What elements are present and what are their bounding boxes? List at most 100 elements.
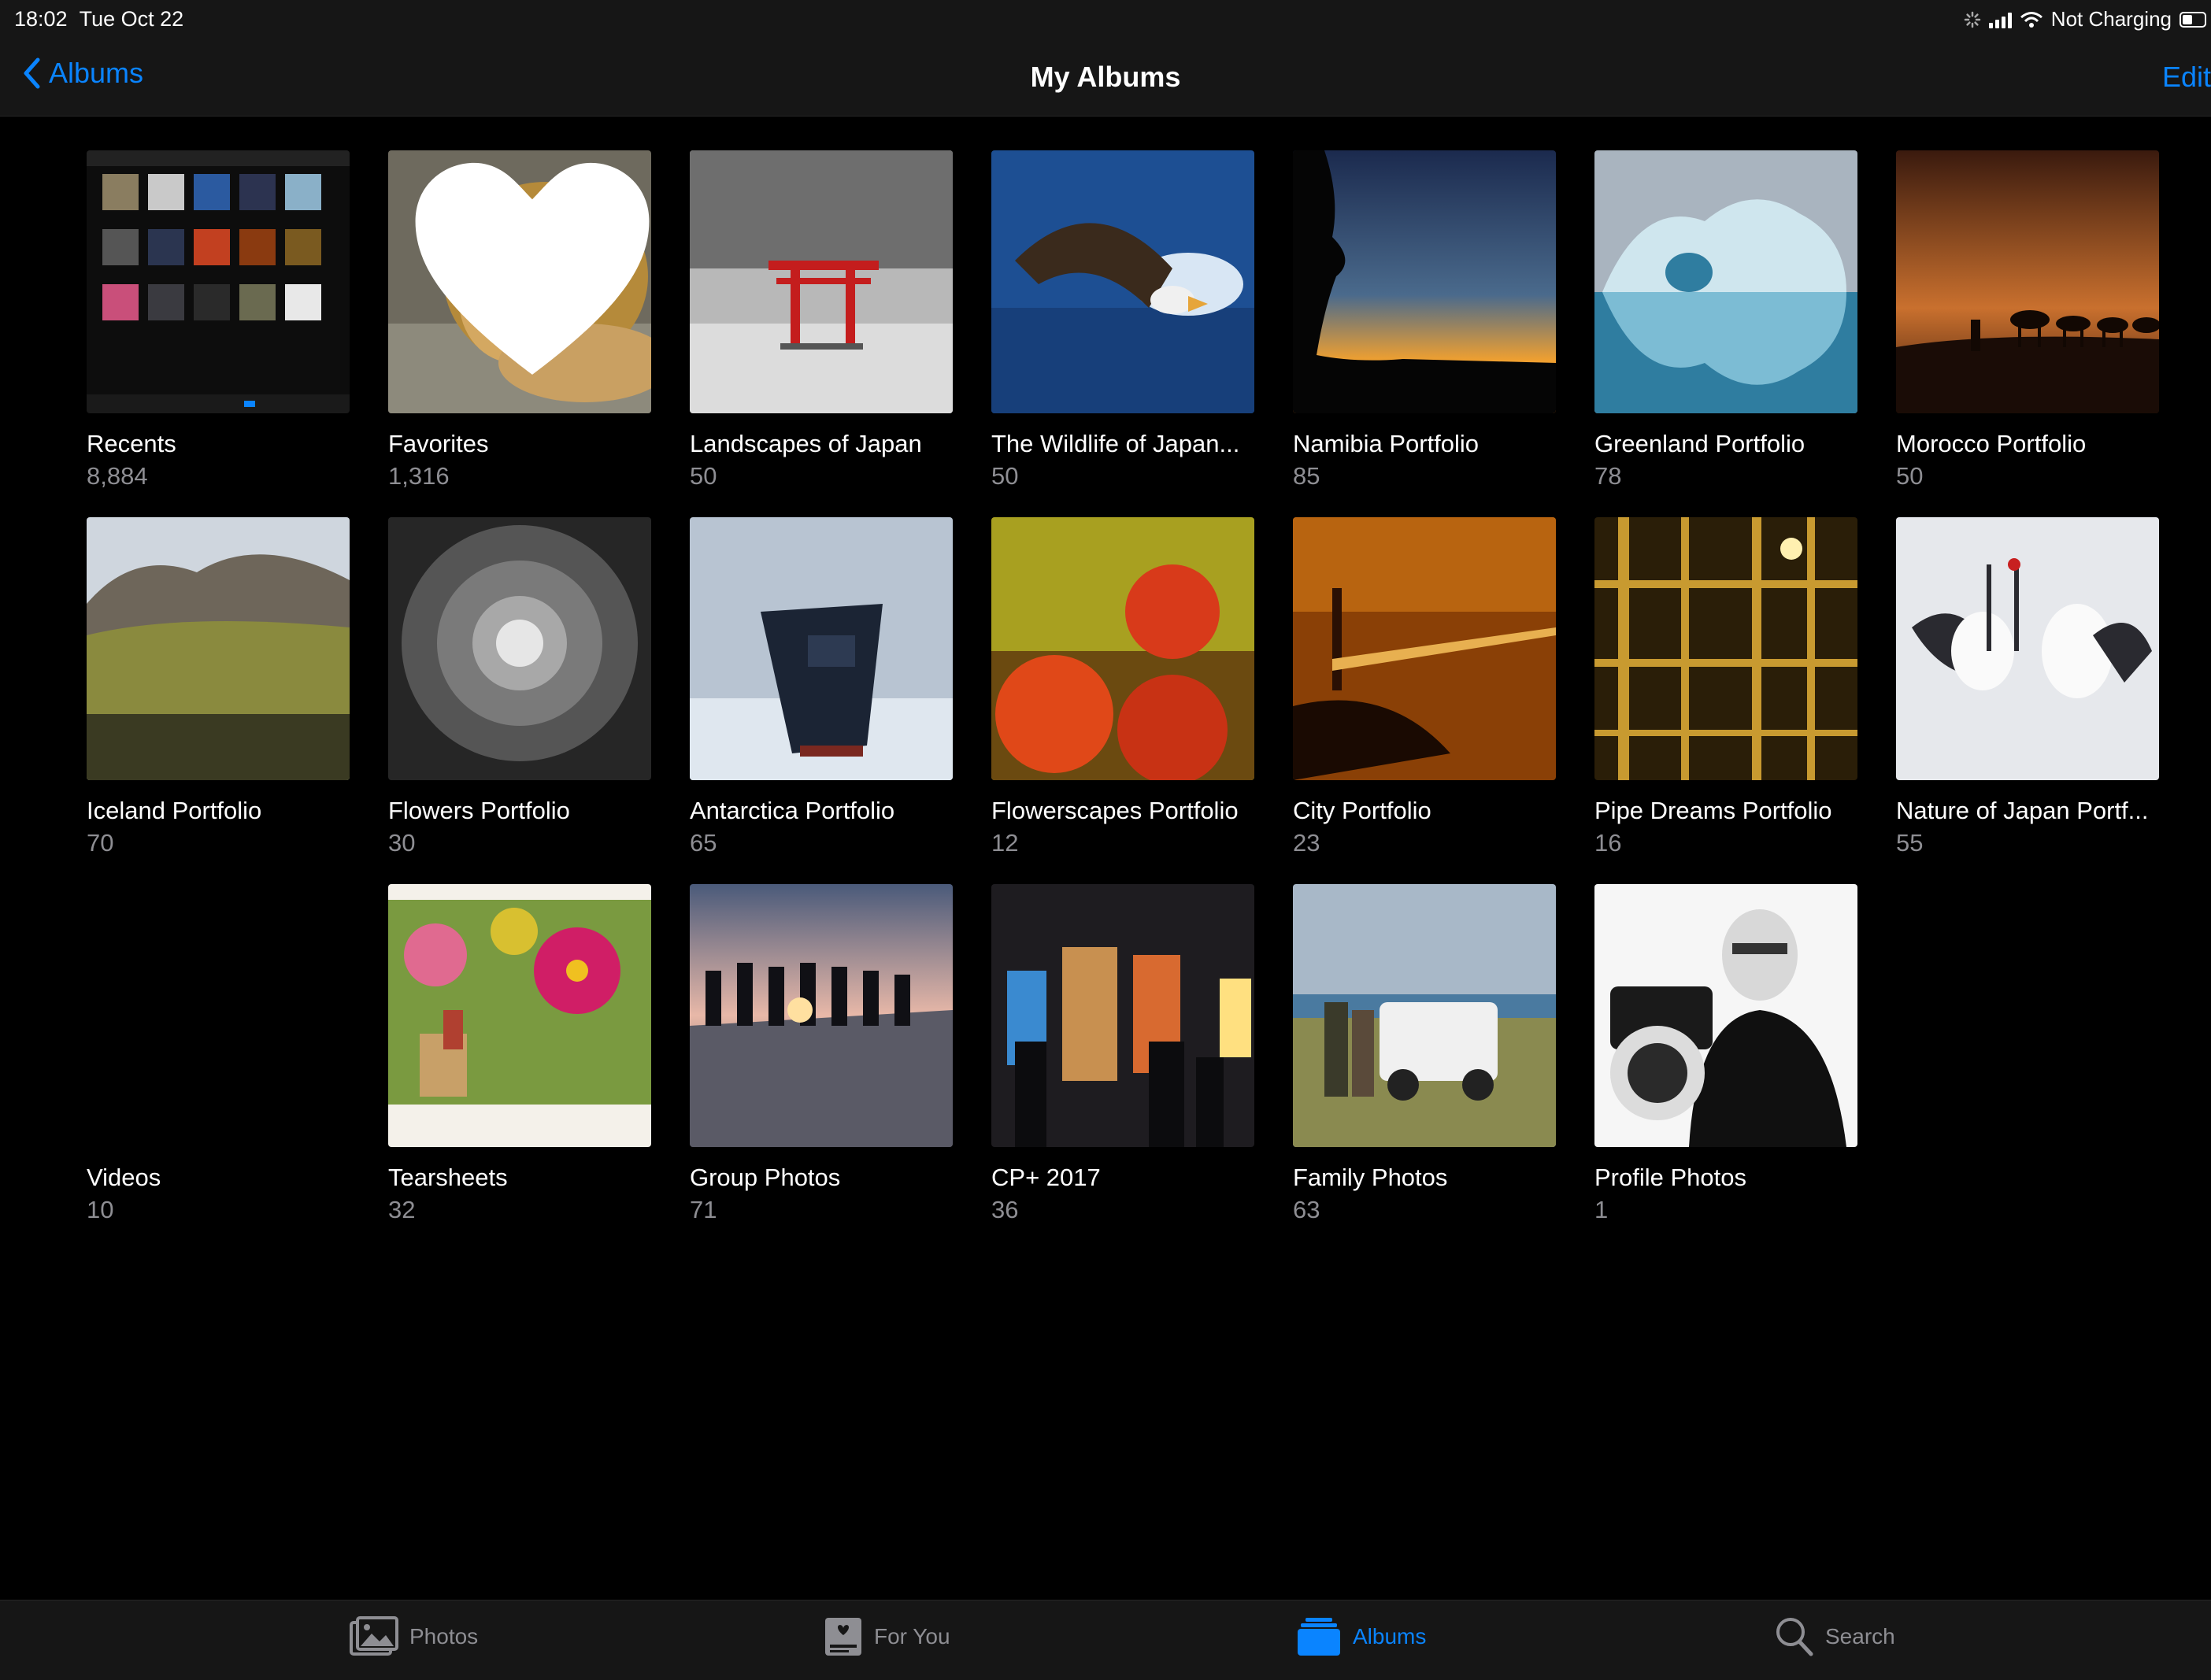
- tab-label: For You: [874, 1624, 950, 1649]
- album-wildlife-of-japan[interactable]: The Wildlife of Japan... 50: [991, 150, 1254, 490]
- status-indicators: Not Charging: [1964, 7, 2206, 31]
- album-count: 65: [690, 829, 717, 857]
- status-date: Tue Oct 22: [79, 7, 184, 31]
- album-count: 30: [388, 829, 416, 857]
- page-title: My Albums: [1030, 61, 1181, 93]
- album-title: Favorites: [388, 430, 489, 457]
- album-family-photos[interactable]: Family Photos 63: [1293, 884, 1556, 1223]
- tab-label: Search: [1825, 1624, 1895, 1649]
- tab-search[interactable]: Search: [1775, 1616, 1895, 1657]
- album-count: 71: [690, 1196, 717, 1223]
- battery-icon: [2180, 11, 2206, 28]
- tab-bar: Photos For You Albums Search: [0, 1600, 2211, 1680]
- album-thumbnail[interactable]: [1293, 884, 1556, 1147]
- album-tearsheets[interactable]: Tearsheets 32: [388, 884, 651, 1223]
- album-title: Morocco Portfolio: [1896, 430, 2087, 457]
- album-title: CP+ 2017: [991, 1164, 1101, 1191]
- album-title: Namibia Portfolio: [1293, 430, 1480, 457]
- album-thumbnail[interactable]: [1896, 517, 2159, 780]
- album-title: Pipe Dreams Portfolio: [1594, 797, 1832, 824]
- battery-status-text: Not Charging: [2050, 7, 2172, 31]
- album-thumbnail[interactable]: [1594, 517, 1857, 780]
- album-nature-of-japan-portfolio[interactable]: Nature of Japan Portf... 55: [1896, 517, 2159, 857]
- album-title: Recents: [87, 430, 176, 457]
- album-title: Landscapes of Japan: [690, 430, 922, 457]
- album-title: Flowerscapes Portfolio: [991, 797, 1239, 824]
- album-morocco-portfolio[interactable]: Morocco Portfolio 50: [1896, 150, 2159, 490]
- album-videos[interactable]: Videos 10: [87, 884, 350, 1223]
- edit-button[interactable]: Edit: [2162, 61, 2211, 94]
- album-count: 55: [1896, 829, 1924, 857]
- album-profile-photos[interactable]: Profile Photos 1: [1594, 884, 1857, 1223]
- signal-icon: [1988, 11, 2012, 28]
- album-flowerscapes-portfolio[interactable]: Flowerscapes Portfolio 12: [991, 517, 1254, 857]
- album-namibia-portfolio[interactable]: Namibia Portfolio 85: [1293, 150, 1556, 490]
- album-thumbnail[interactable]: [388, 150, 651, 413]
- album-count: 50: [1896, 462, 1924, 490]
- for-you-icon: [825, 1618, 861, 1656]
- tab-label: Albums: [1353, 1624, 1427, 1649]
- album-thumbnail[interactable]: [690, 884, 953, 1147]
- album-title: Nature of Japan Portf...: [1896, 797, 2149, 824]
- search-icon: [1776, 1618, 1813, 1656]
- album-title: Antarctica Portfolio: [690, 797, 895, 824]
- photos-icon: [350, 1616, 398, 1656]
- album-thumbnail[interactable]: [1293, 150, 1556, 413]
- album-title: Tearsheets: [388, 1164, 508, 1191]
- album-thumbnail[interactable]: [690, 150, 953, 413]
- album-thumbnail[interactable]: [1293, 517, 1556, 780]
- album-thumbnail[interactable]: [1896, 150, 2159, 413]
- album-thumbnail[interactable]: [87, 517, 350, 780]
- activity-icon: [1964, 11, 1981, 28]
- album-title: Iceland Portfolio: [87, 797, 262, 824]
- album-count: 32: [388, 1196, 416, 1223]
- album-count: 12: [991, 829, 1019, 857]
- album-thumbnail[interactable]: [87, 884, 350, 1147]
- album-landscapes-of-japan[interactable]: Landscapes of Japan 50: [690, 150, 953, 490]
- status-time: 18:02 Tue Oct 22: [14, 7, 184, 31]
- album-thumbnail[interactable]: [87, 150, 350, 413]
- album-count: 50: [991, 462, 1019, 490]
- album-count: 36: [991, 1196, 1019, 1223]
- album-count: 1: [1594, 1196, 1609, 1223]
- tab-photos[interactable]: Photos: [350, 1616, 478, 1657]
- tab-for-you[interactable]: For You: [824, 1616, 950, 1657]
- album-count: 85: [1293, 462, 1320, 490]
- album-count: 63: [1293, 1196, 1320, 1223]
- album-title: City Portfolio: [1293, 797, 1431, 824]
- album-thumbnail[interactable]: [991, 150, 1254, 413]
- album-count: 8,884: [87, 462, 148, 490]
- album-thumbnail[interactable]: [991, 884, 1254, 1147]
- album-thumbnail[interactable]: [388, 884, 651, 1147]
- album-title: Profile Photos: [1594, 1164, 1746, 1191]
- album-count: 23: [1293, 829, 1320, 857]
- tab-label: Photos: [409, 1624, 479, 1649]
- album-thumbnail[interactable]: [690, 517, 953, 780]
- album-title: Videos: [87, 1164, 161, 1191]
- album-thumbnail[interactable]: [1594, 150, 1857, 413]
- status-bar: 18:02 Tue Oct 22 Not Charging: [0, 0, 2211, 39]
- album-thumbnail[interactable]: [1594, 884, 1857, 1147]
- album-count: 50: [690, 462, 717, 490]
- album-flowers-portfolio[interactable]: Flowers Portfolio 30: [388, 517, 651, 857]
- album-title: Flowers Portfolio: [388, 797, 570, 824]
- album-title: Family Photos: [1293, 1164, 1448, 1191]
- album-group-photos[interactable]: Group Photos 71: [690, 884, 953, 1223]
- album-thumbnail[interactable]: [991, 517, 1254, 780]
- album-greenland-portfolio[interactable]: Greenland Portfolio 78: [1594, 150, 1857, 490]
- album-thumbnail[interactable]: [388, 517, 651, 780]
- album-iceland-portfolio[interactable]: Iceland Portfolio 70: [87, 517, 350, 857]
- albums-icon: [1298, 1618, 1340, 1656]
- album-cp-2017[interactable]: CP+ 2017 36: [991, 884, 1254, 1223]
- album-count: 16: [1594, 829, 1622, 857]
- heart-icon: [415, 162, 650, 375]
- album-pipe-dreams-portfolio[interactable]: Pipe Dreams Portfolio 16: [1594, 517, 1857, 857]
- album-title: Greenland Portfolio: [1594, 430, 1805, 457]
- album-antarctica-portfolio[interactable]: Antarctica Portfolio 65: [690, 517, 953, 857]
- album-favorites[interactable]: Favorites 1,316: [388, 150, 651, 490]
- album-city-portfolio[interactable]: City Portfolio 23: [1293, 517, 1556, 857]
- album-count: 1,316: [388, 462, 450, 490]
- tab-albums[interactable]: Albums: [1296, 1616, 1426, 1657]
- wifi-icon: [2020, 11, 2042, 28]
- album-recents[interactable]: Recents 8,884: [87, 150, 350, 490]
